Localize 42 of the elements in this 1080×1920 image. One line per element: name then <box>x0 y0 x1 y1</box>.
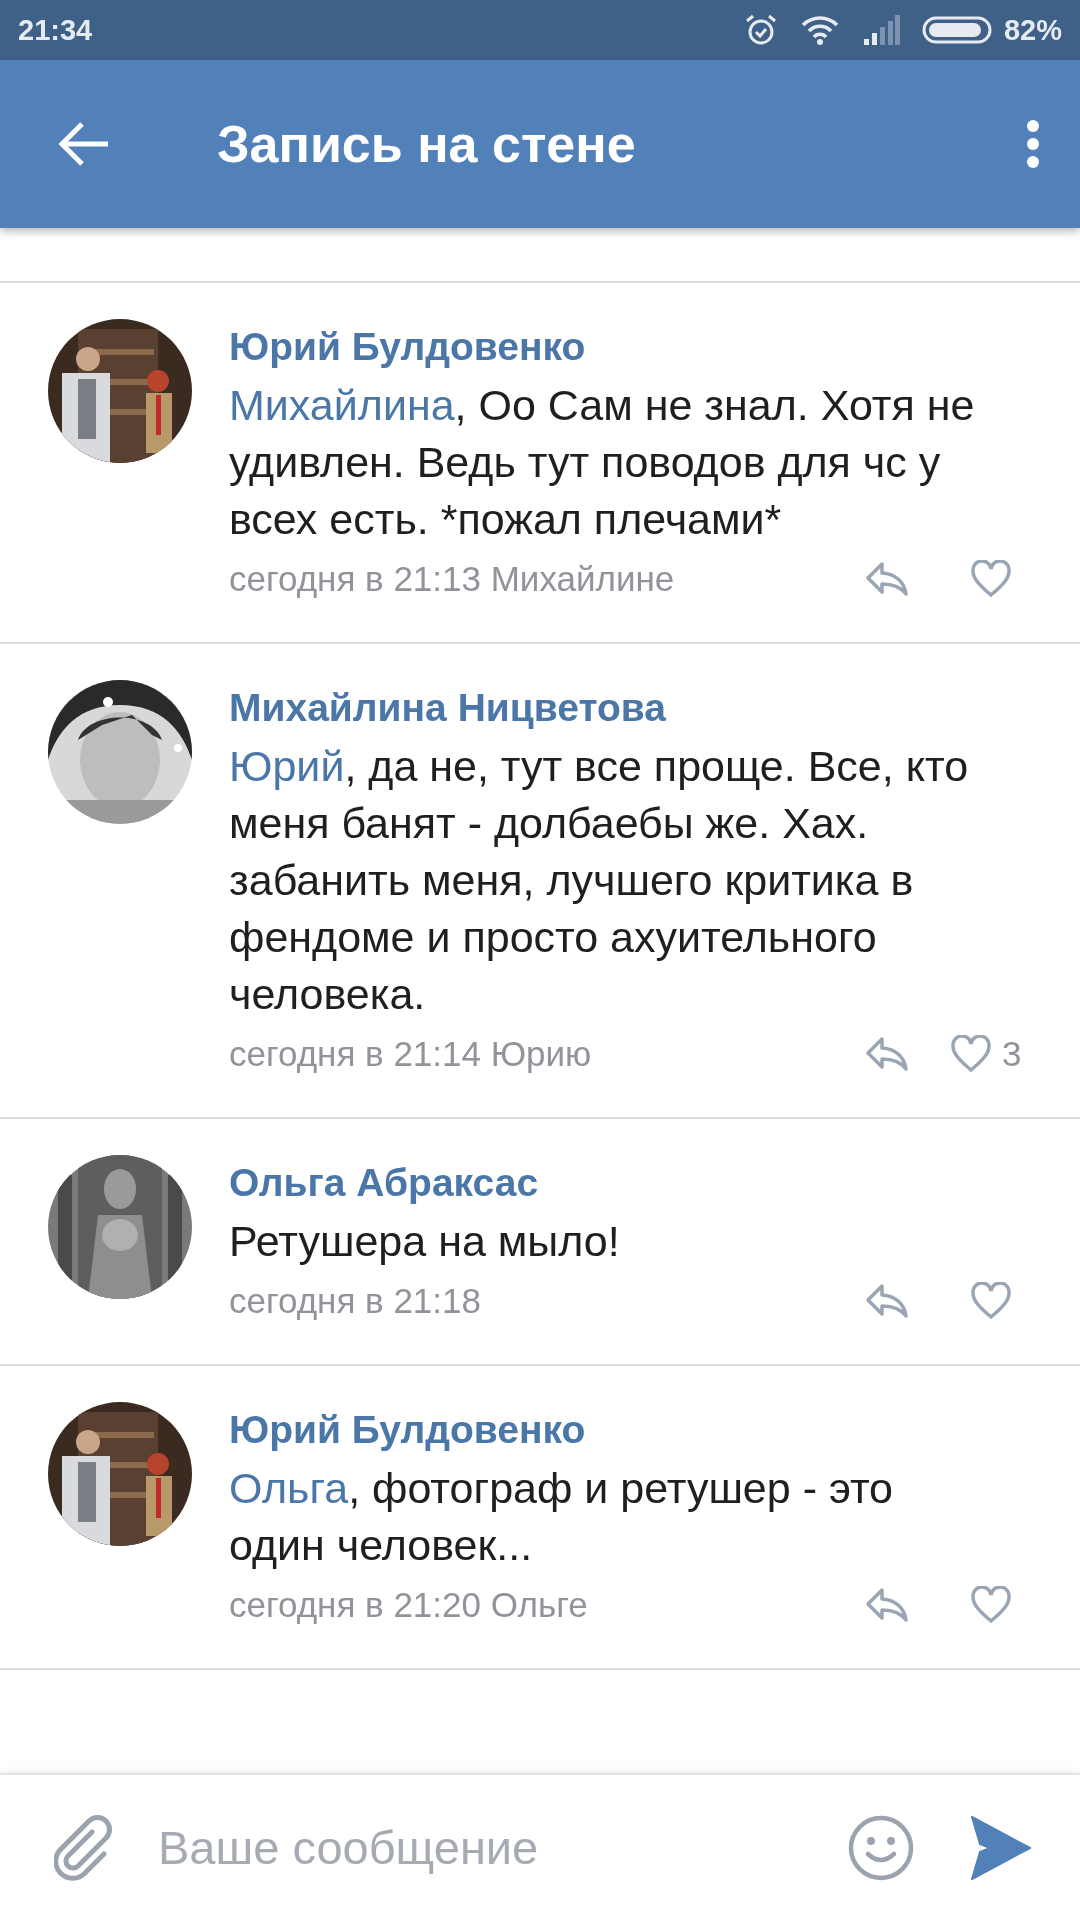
comment-meta: сегодня в 21:20 Ольге <box>229 1584 589 1626</box>
comment-text: Ретушера на мыло! <box>229 1216 621 1267</box>
reply-button[interactable] <box>864 1035 910 1073</box>
wifi-icon <box>799 15 840 45</box>
send-button[interactable] <box>970 1814 1032 1881</box>
mention-link[interactable]: Юрий <box>229 742 345 790</box>
author-name[interactable]: Михайлина Ницветова <box>229 686 1040 730</box>
comment-meta: сегодня в 21:18 <box>229 1280 482 1322</box>
heart-icon <box>970 1586 1012 1624</box>
comment-meta: сегодня в 21:13 Михайлине <box>229 558 676 600</box>
comment-text: Михайлина, Оо Сам не знал. Хотя не удивлен. Ведь тут поводов для чс у всех есть. *пожал плечами* <box>229 380 976 545</box>
battery-percent: 82% <box>1003 13 1062 47</box>
clock-time: 21:34 <box>18 13 93 47</box>
heart-icon <box>970 560 1012 598</box>
reply-arrow-icon <box>864 1282 910 1320</box>
mention-link[interactable]: Ольга <box>229 1464 349 1512</box>
signal-icon <box>861 15 900 45</box>
heart-icon <box>950 1035 992 1073</box>
message-input[interactable]: Ваше сообщение <box>156 1811 848 1884</box>
more-vertical-icon <box>1026 119 1040 169</box>
reply-button[interactable] <box>864 1586 910 1624</box>
smiley-icon <box>848 1814 914 1881</box>
mention-link[interactable]: Михайлина <box>229 381 455 429</box>
menu-button[interactable] <box>1026 119 1040 169</box>
reply-arrow-icon <box>864 1035 910 1073</box>
author-name[interactable]: Юрий Булдовенко <box>229 1408 1040 1452</box>
alarm-clock-icon <box>743 13 778 47</box>
reply-button[interactable] <box>864 560 910 598</box>
send-icon <box>970 1814 1032 1881</box>
author-name[interactable]: Ольга Абраксас <box>229 1161 1040 1205</box>
screen-title: Запись на стене <box>217 114 637 174</box>
emoji-button[interactable] <box>848 1814 914 1881</box>
reply-button[interactable] <box>864 1282 910 1320</box>
battery-icon <box>921 15 994 45</box>
like-button[interactable]: 3 <box>950 1029 1040 1079</box>
comment-text: Ольга, фотограф и ретушер - это один человек... <box>229 1463 895 1571</box>
author-name[interactable]: Юрий Булдовенко <box>229 325 1040 369</box>
reply-arrow-icon <box>864 560 910 598</box>
heart-icon <box>970 1282 1012 1320</box>
comment-meta: сегодня в 21:14 Юрию <box>229 1033 593 1075</box>
reply-arrow-icon <box>864 1586 910 1624</box>
comment-text: Юрий, да не, тут все проще. Все, кто меня банят - долбаебы же. Хах. забанить меня, лучшего критика в фендоме и просто ахуительного человека. <box>229 741 970 1020</box>
